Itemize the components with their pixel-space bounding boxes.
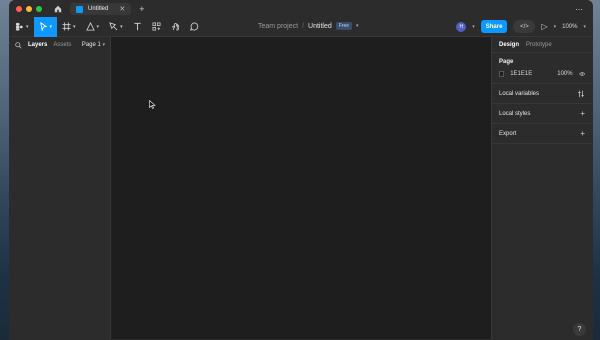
play-icon[interactable]: ▷ bbox=[541, 22, 547, 31]
dev-mode-toggle[interactable]: </> bbox=[513, 20, 536, 33]
local-variables-label: Local variables bbox=[499, 90, 540, 97]
page-section-title: Page bbox=[499, 59, 514, 65]
text-tool-button[interactable] bbox=[128, 17, 147, 37]
new-tab-button[interactable]: + bbox=[139, 4, 144, 14]
app-window: Untitled ✕ + ⋯ ▾ ▾ ▾ ▾ ▾ Team project / … bbox=[9, 0, 593, 340]
shape-tool-button[interactable]: ▾ bbox=[81, 17, 105, 37]
local-styles-label: Local styles bbox=[499, 110, 531, 117]
home-icon[interactable] bbox=[54, 5, 62, 13]
page-opacity-value[interactable]: 100% bbox=[557, 71, 572, 77]
page-selector-label: Page 1 bbox=[81, 42, 101, 48]
maximize-window-button[interactable] bbox=[36, 6, 42, 12]
move-tool-button[interactable]: ▾ bbox=[33, 16, 58, 37]
tab-bar: Untitled ✕ + ⋯ bbox=[10, 1, 592, 17]
page-color-value[interactable]: 1E1E1E bbox=[510, 71, 532, 77]
chevron-down-icon[interactable]: ▾ bbox=[356, 23, 359, 29]
cursor-icon bbox=[149, 100, 156, 109]
left-panel: Layers Assets Page 1 ▾ bbox=[10, 37, 111, 339]
close-window-button[interactable] bbox=[16, 6, 22, 12]
pen-tool-button[interactable]: ▾ bbox=[104, 17, 128, 37]
page-selector[interactable]: Page 1 ▾ bbox=[82, 42, 105, 48]
page-chevron-icon: ▾ bbox=[102, 42, 105, 48]
comment-tool-button[interactable] bbox=[185, 17, 204, 37]
variables-icon[interactable] bbox=[577, 90, 585, 98]
document-title: Team project / Untitled Free ▾ bbox=[258, 22, 359, 30]
right-panel-tabs: Design Prototype bbox=[492, 37, 592, 53]
frame-tool-icon bbox=[62, 22, 71, 31]
local-styles-row[interactable]: Local styles + bbox=[492, 104, 592, 124]
hand-tool-icon bbox=[171, 22, 179, 31]
toolbar-right: H ▾ Share </> ▷ ▾ 100% ▾ bbox=[456, 20, 586, 33]
share-button[interactable]: Share bbox=[480, 20, 508, 33]
add-export-icon[interactable]: + bbox=[580, 129, 585, 138]
tab-prototype[interactable]: Prototype bbox=[526, 42, 552, 48]
comment-icon bbox=[189, 22, 198, 31]
zoom-level[interactable]: 100% bbox=[562, 24, 577, 30]
text-tool-icon bbox=[133, 22, 141, 31]
resources-icon bbox=[152, 22, 161, 31]
search-icon[interactable] bbox=[15, 41, 22, 49]
left-panel-header: Layers Assets Page 1 ▾ bbox=[10, 37, 110, 53]
canvas[interactable] bbox=[111, 37, 493, 339]
resources-button[interactable] bbox=[147, 17, 166, 37]
minimize-window-button[interactable] bbox=[26, 6, 32, 12]
pen-tool-icon bbox=[109, 22, 118, 31]
close-tab-icon[interactable]: ✕ bbox=[119, 5, 125, 13]
move-tool-icon bbox=[39, 22, 47, 31]
figma-file-icon bbox=[76, 5, 83, 13]
breadcrumb-team[interactable]: Team project bbox=[258, 23, 298, 30]
tab-layers[interactable]: Layers bbox=[28, 42, 47, 48]
plan-badge[interactable]: Free bbox=[335, 22, 353, 30]
plus-icon[interactable]: + bbox=[580, 109, 585, 118]
hand-tool-button[interactable] bbox=[166, 17, 185, 37]
main-menu-button[interactable]: ▾ bbox=[10, 17, 34, 37]
file-tab[interactable]: Untitled ✕ bbox=[70, 3, 132, 15]
tab-design[interactable]: Design bbox=[499, 42, 519, 48]
shape-tool-icon bbox=[85, 22, 95, 31]
tab-title: Untitled bbox=[88, 6, 109, 12]
right-panel: Design Prototype Page 1E1E1E 100% Local … bbox=[491, 37, 592, 339]
toolbar: ▾ ▾ ▾ ▾ ▾ Team project / Untitled Free ▾… bbox=[10, 16, 592, 37]
more-options-icon[interactable]: ⋯ bbox=[575, 5, 584, 14]
page-color-swatch[interactable] bbox=[499, 71, 505, 77]
eye-icon[interactable] bbox=[578, 71, 585, 77]
export-label: Export bbox=[499, 130, 517, 137]
frame-tool-button[interactable]: ▾ bbox=[57, 17, 81, 37]
figma-menu-icon bbox=[15, 22, 23, 31]
page-section: Page 1E1E1E 100% bbox=[492, 53, 592, 84]
tab-assets[interactable]: Assets bbox=[53, 42, 71, 48]
help-button[interactable]: ? bbox=[573, 323, 586, 336]
page-fill-row: 1E1E1E 100% bbox=[499, 71, 585, 77]
export-row[interactable]: Export + bbox=[492, 124, 592, 144]
avatar[interactable]: H bbox=[456, 21, 467, 32]
breadcrumb-separator: / bbox=[302, 22, 305, 30]
present-chevron-icon[interactable]: ▾ bbox=[554, 24, 557, 30]
zoom-chevron-icon[interactable]: ▾ bbox=[583, 24, 586, 30]
avatar-chevron-icon[interactable]: ▾ bbox=[472, 24, 475, 30]
window-controls bbox=[16, 6, 42, 12]
doc-name[interactable]: Untitled bbox=[308, 23, 332, 30]
local-variables-row[interactable]: Local variables bbox=[492, 84, 592, 104]
